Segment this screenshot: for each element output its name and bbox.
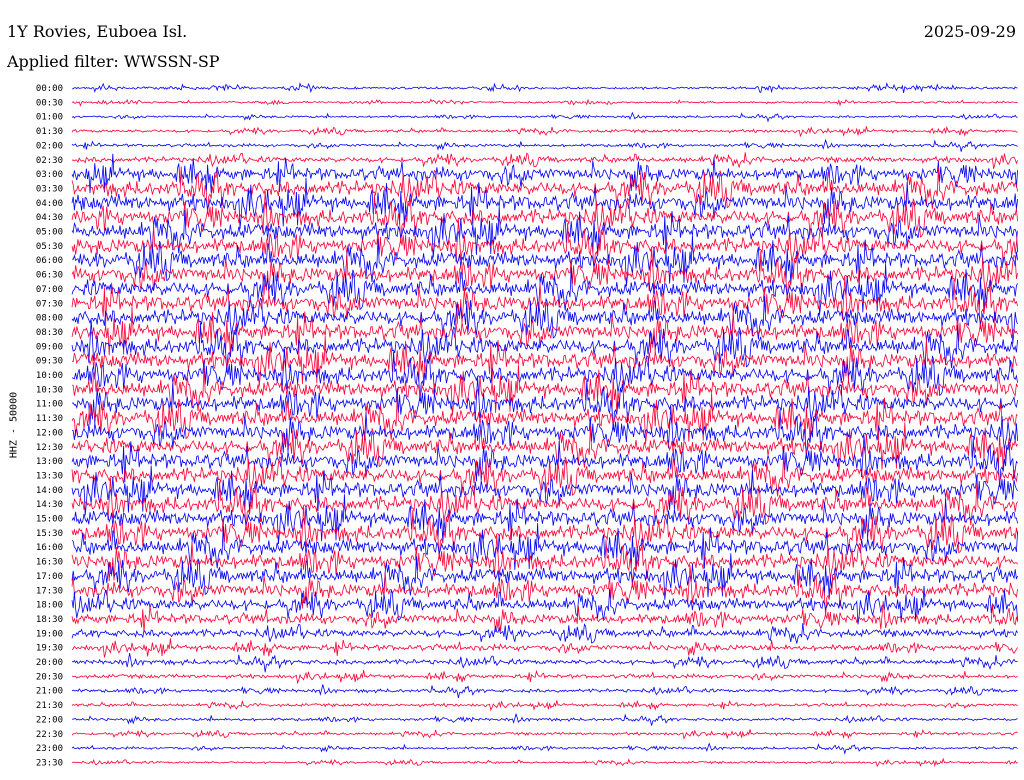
time-tick-label: 16:30 (36, 558, 63, 568)
time-tick-label: 03:00 (36, 170, 63, 180)
time-tick-label: 21:30 (36, 701, 63, 711)
time-tick-label: 06:30 (36, 271, 63, 281)
trace-group (71, 82, 1018, 768)
time-tick-label: 22:00 (36, 715, 63, 725)
seismic-trace (71, 125, 1018, 138)
time-tick-label: 01:00 (36, 113, 63, 123)
time-tick-label: 11:30 (36, 414, 63, 424)
seismic-trace (71, 553, 1018, 600)
time-tick-label: 12:30 (36, 443, 63, 453)
seismic-trace (71, 82, 1018, 94)
seismic-trace (71, 669, 1018, 685)
time-tick-label: 05:30 (36, 242, 63, 252)
time-tick-label: 09:30 (36, 357, 63, 367)
seismic-trace (71, 138, 1018, 152)
time-tick-label: 16:00 (36, 543, 63, 553)
time-tick-label: 21:00 (36, 687, 63, 697)
time-tick-label: 18:00 (36, 601, 63, 611)
seismic-trace (71, 638, 1018, 658)
seismic-trace (71, 98, 1018, 107)
time-tick-label: 08:30 (36, 328, 63, 338)
time-tick-label: 15:30 (36, 529, 63, 539)
seismic-trace (71, 699, 1018, 712)
seismic-trace (71, 364, 1018, 416)
time-tick-label: 02:30 (36, 156, 63, 166)
seismic-trace (71, 348, 1018, 402)
time-tick-label: 07:30 (36, 299, 63, 309)
seismic-trace (71, 757, 1018, 768)
time-tick-label: 23:00 (36, 744, 63, 754)
seismic-trace (71, 406, 1018, 459)
time-tick-label: 13:00 (36, 457, 63, 467)
time-tick-label: 12:00 (36, 428, 63, 438)
time-tick-label: 20:00 (36, 658, 63, 668)
time-tick-label: 08:00 (36, 314, 63, 324)
time-tick-label: 02:00 (36, 141, 63, 151)
time-tick-label: 07:00 (36, 285, 63, 295)
time-tick-label: 17:00 (36, 572, 63, 582)
seismic-trace (71, 601, 1018, 633)
time-tick-label: 05:00 (36, 228, 63, 238)
time-tick-label: 18:30 (36, 615, 63, 625)
seismic-trace (71, 653, 1018, 673)
time-tick-label: 14:00 (36, 486, 63, 496)
time-tick-label: 09:00 (36, 342, 63, 352)
seismic-trace (71, 728, 1018, 740)
seismic-trace (71, 742, 1018, 755)
time-tick-label: 15:00 (36, 515, 63, 525)
seismic-trace (71, 152, 1018, 169)
seismic-trace (71, 111, 1018, 123)
time-tick-label: 10:00 (36, 371, 63, 381)
time-tick-label: 04:00 (36, 199, 63, 209)
seismic-trace (71, 684, 1018, 698)
time-tick-label: 14:30 (36, 500, 63, 510)
time-tick-label: 04:30 (36, 213, 63, 223)
time-tick-label: 17:30 (36, 586, 63, 596)
time-tick-label: 23:30 (36, 758, 63, 768)
time-tick-label: 20:30 (36, 672, 63, 682)
time-tick-label: 03:30 (36, 184, 63, 194)
time-tick-label: 06:00 (36, 256, 63, 266)
time-tick-label: 01:30 (36, 127, 63, 137)
time-tick-label: 22:30 (36, 730, 63, 740)
helicorder-plot: 00:00 00:30 01:00 01:30 02:00 02:30 03:00 03:30… (36, 82, 1018, 768)
time-tick-label: 13:30 (36, 471, 63, 481)
time-tick-label: 00:30 (36, 98, 63, 108)
seismic-trace (71, 623, 1018, 644)
time-tick-label: 11:00 (36, 400, 63, 410)
seismic-trace (71, 206, 1018, 258)
time-label-group: 00:00 00:30 01:00 01:30 02:00 02:30 03:00 03:30… (36, 84, 63, 768)
time-tick-label: 00:00 (36, 84, 63, 94)
seismic-trace (71, 712, 1018, 726)
seismic-trace (71, 535, 1018, 588)
time-tick-label: 19:30 (36, 644, 63, 654)
seismic-trace (71, 263, 1018, 315)
time-tick-label: 19:00 (36, 629, 63, 639)
time-tick-label: 10:30 (36, 385, 63, 395)
